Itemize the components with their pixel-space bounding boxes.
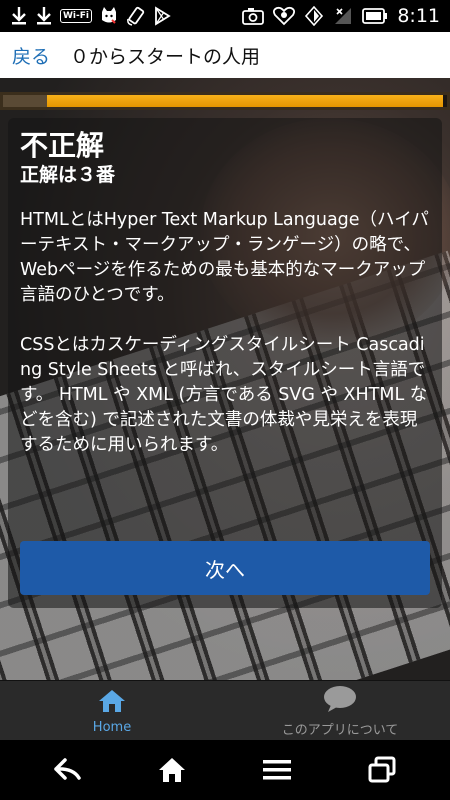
heart-icon	[273, 5, 296, 27]
clock: 8:11	[397, 5, 440, 27]
battery-icon	[362, 5, 388, 27]
result-heading: 不正解	[20, 129, 105, 162]
menu-nav-icon[interactable]	[257, 752, 297, 788]
progress-done	[3, 95, 48, 107]
wifi-badge: Wi-Fi	[60, 5, 92, 27]
explanation-text: HTMLとはHyper Text Markup Language（ハイパーテキス…	[20, 210, 429, 455]
background-photo: 不正解 正解は３番 HTMLとはHyper Text Markup Langua…	[0, 78, 450, 680]
download-icon	[10, 5, 28, 27]
tab-about[interactable]: このアプリについて	[255, 681, 425, 741]
status-bar: Wi-Fi 8:11	[0, 0, 450, 32]
speech-bubble-icon	[322, 685, 358, 717]
navigation-bar	[0, 740, 450, 800]
tab-bar: Home このアプリについて	[0, 680, 450, 741]
progress-fill	[3, 95, 443, 107]
back-button[interactable]: 戻る	[0, 42, 62, 69]
camera-icon	[242, 5, 265, 27]
recent-apps-icon[interactable]	[362, 752, 402, 788]
tab-home[interactable]: Home	[60, 681, 164, 741]
back-nav-icon[interactable]	[48, 752, 88, 788]
progress-bar	[0, 92, 450, 110]
page-title: ０からスタートの人用	[70, 45, 261, 68]
download-icon	[35, 5, 53, 27]
tab-home-label: Home	[92, 719, 132, 735]
signal-icon	[304, 5, 324, 27]
home-icon	[97, 688, 127, 718]
cat-icon	[99, 5, 119, 27]
correct-answer: 正解は３番	[20, 164, 116, 186]
play-store-icon	[153, 5, 171, 27]
result-card: 不正解 正解は３番 HTMLとはHyper Text Markup Langua…	[8, 118, 442, 608]
home-nav-icon[interactable]	[152, 752, 192, 788]
rotate-icon	[126, 5, 146, 27]
tab-about-label: このアプリについて	[281, 722, 399, 738]
next-button[interactable]: 次へ	[20, 541, 430, 595]
no-signal-icon	[333, 5, 353, 27]
app-header: 戻る ０からスタートの人用	[0, 32, 450, 78]
